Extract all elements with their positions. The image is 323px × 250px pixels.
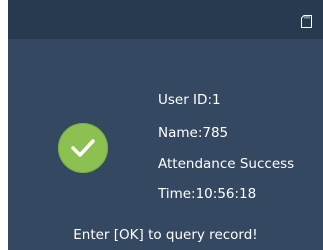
device-screen: User ID:1 Name:785 Attendance Success Ti… [0, 0, 323, 250]
status-bar [8, 0, 323, 39]
user-name-text: Name:785 [158, 125, 229, 141]
check-circle-icon [58, 123, 108, 173]
attendance-panel: User ID:1 Name:785 Attendance Success Ti… [8, 0, 323, 250]
sd-card-icon [301, 13, 312, 28]
user-id-text: User ID:1 [158, 92, 221, 108]
attendance-status-text: Attendance Success [158, 156, 295, 172]
punch-time-text: Time:10:56:18 [158, 186, 257, 202]
query-record-hint: Enter [OK] to query record! [73, 227, 258, 243]
